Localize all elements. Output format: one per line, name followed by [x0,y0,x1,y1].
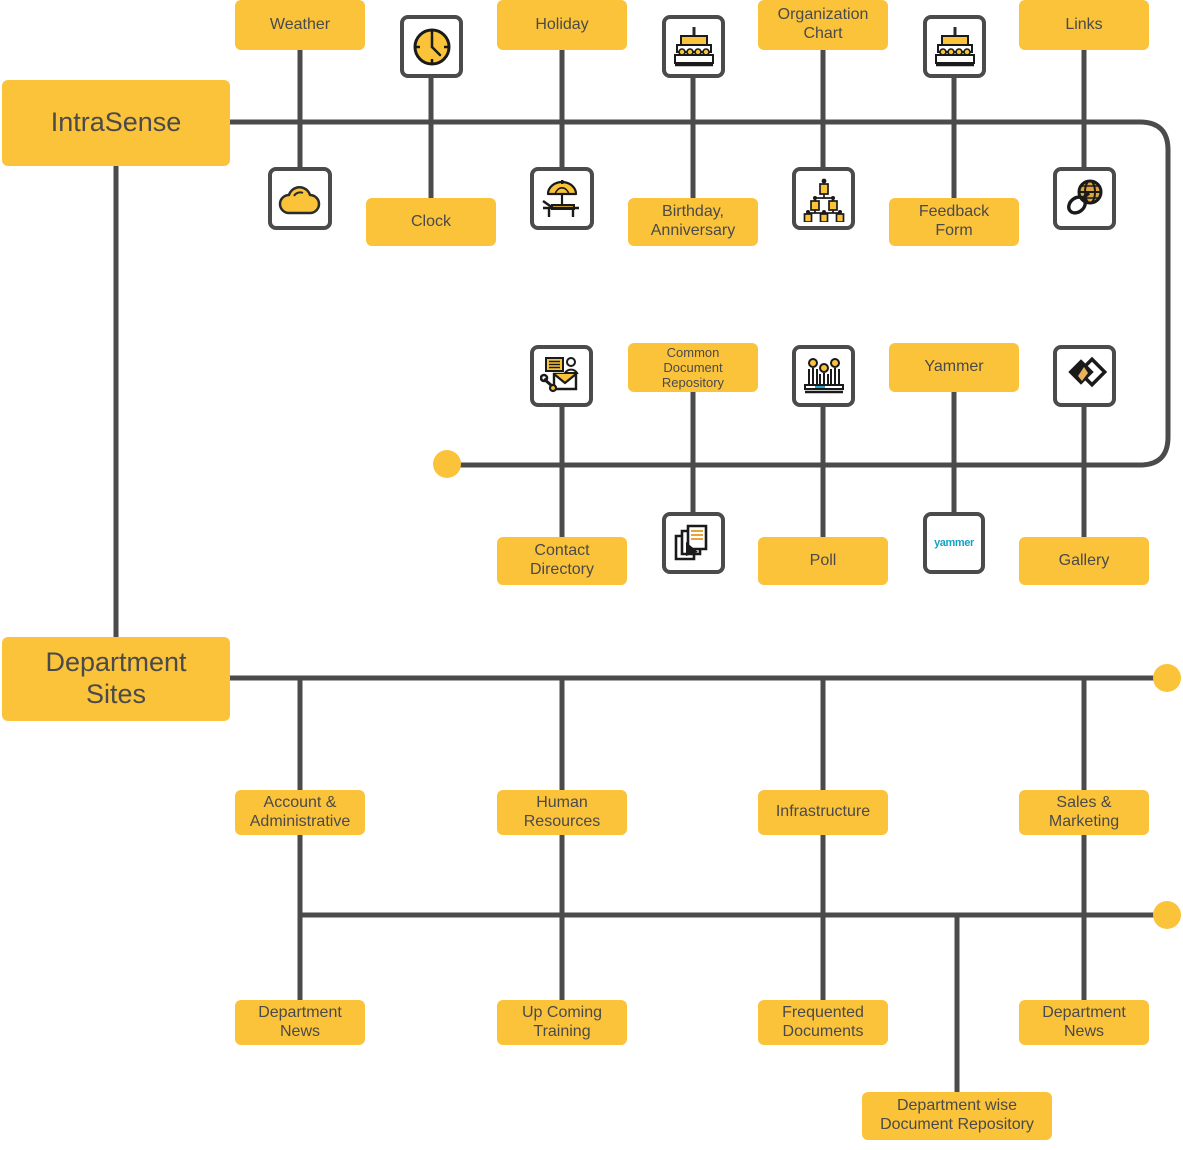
node-clock[interactable]: Clock [366,198,496,246]
root-node-department-sites-label-line2: Sites [85,679,147,709]
node-department-news-2-label-line2: News [1063,1022,1104,1040]
node-sales-marketing-label-line1: Sales & [1056,793,1112,811]
root-node-intrasense[interactable]: IntraSense [2,80,230,166]
poll-people-icon [792,345,855,407]
clock-icon [400,15,463,78]
node-holiday-label: Holiday [535,15,589,33]
node-holiday[interactable]: Holiday [497,0,627,50]
sitemap-diagram: IntraSense Department Sites Weather Holi… [0,0,1183,1150]
node-department-news-1-label-line1: Department [258,1003,342,1021]
node-sales-marketing-label-line2: Marketing [1048,812,1120,830]
node-contact-directory[interactable]: Contact Directory [497,537,627,585]
node-human-resources-label-line1: Human [536,793,588,811]
org-chart-icon [792,167,855,230]
node-poll[interactable]: Poll [758,537,888,585]
node-weather[interactable]: Weather [235,0,365,50]
node-feedback-form[interactable]: Feedback Form [889,198,1019,246]
node-feedback-form-label-line1: Feedback [918,203,990,221]
node-account-administrative-label-line2: Administrative [249,812,351,830]
globe-link-icon [1053,167,1116,230]
node-department-news-2[interactable]: Department News [1019,1000,1149,1045]
node-common-document-repository-label-line2: Repository [661,375,725,391]
node-frequented-documents[interactable]: Frequented Documents [758,1000,888,1045]
node-birthday-anniversary[interactable]: Birthday, Anniversary [628,198,758,246]
birthday-cake-icon [923,15,986,78]
node-department-wise-document-repository[interactable]: Department wise Document Repository [862,1092,1052,1140]
node-department-wise-document-repository-label-line1: Department wise [896,1097,1018,1115]
node-common-document-repository-label-line1: Common Document [663,344,723,375]
beach-umbrella-icon [530,167,594,230]
contact-card-icon [530,345,593,407]
node-department-news-2-label-line1: Department [1042,1003,1126,1021]
node-birthday-anniversary-label-line2: Anniversary [650,222,736,239]
birthday-cake-icon [662,15,725,78]
node-weather-label: Weather [269,15,331,33]
node-links-label: Links [1065,15,1103,33]
node-sales-marketing[interactable]: Sales & Marketing [1019,790,1149,835]
node-organization-chart-label-line1: Organization [777,6,869,24]
root-node-department-sites[interactable]: Department Sites [2,637,230,721]
node-feedback-form-label-line2: Form [935,222,973,239]
root-node-intrasense-label: IntraSense [50,107,182,138]
node-department-news-1[interactable]: Department News [235,1000,365,1045]
node-department-wise-document-repository-label-line2: Document Repository [880,1116,1034,1133]
endpoint-dot-intrasense-loop [433,450,461,478]
node-contact-directory-label-line2: Directory [529,561,594,578]
node-organization-chart[interactable]: Organization Chart [758,0,888,50]
node-human-resources-label-line2: Resources [523,812,601,830]
node-account-administrative[interactable]: Account & Administrative [235,790,365,835]
node-department-news-1-label-line2: News [279,1022,320,1040]
node-birthday-anniversary-label-line1: Birthday, [662,203,724,221]
node-clock-label: Clock [410,212,451,230]
cloud-icon [268,167,332,230]
node-links[interactable]: Links [1019,0,1149,50]
node-gallery-label: Gallery [1058,551,1110,569]
endpoint-dot-dept-bus-1 [1153,664,1181,692]
node-upcoming-training[interactable]: Up Coming Training [497,1000,627,1045]
gallery-diamond-icon [1053,345,1116,407]
yammer-logo-text: yammer [934,537,974,549]
documents-icon [662,512,725,574]
node-contact-directory-label-line1: Contact [534,542,590,560]
node-organization-chart-label-line2: Chart [803,25,843,42]
root-node-department-sites-label-line1: Department [45,647,187,678]
node-yammer-label: Yammer [924,358,984,376]
node-frequented-documents-label-line2: Documents [782,1022,864,1040]
node-upcoming-training-label-line2: Training [533,1022,591,1040]
node-human-resources[interactable]: Human Resources [497,790,627,835]
node-upcoming-training-label-line1: Up Coming [521,1003,603,1021]
node-gallery[interactable]: Gallery [1019,537,1149,585]
node-frequented-documents-label-line1: Frequented [782,1003,864,1021]
node-account-administrative-label-line1: Account & [263,793,337,811]
yammer-logo-icon: yammer [923,512,985,574]
node-poll-label: Poll [809,551,837,569]
endpoint-dot-dept-bus-2 [1153,901,1181,929]
node-yammer[interactable]: Yammer [889,343,1019,392]
node-common-document-repository[interactable]: Common Document Repository [628,343,758,392]
node-infrastructure[interactable]: Infrastructure [758,790,888,835]
node-infrastructure-label: Infrastructure [775,803,871,821]
